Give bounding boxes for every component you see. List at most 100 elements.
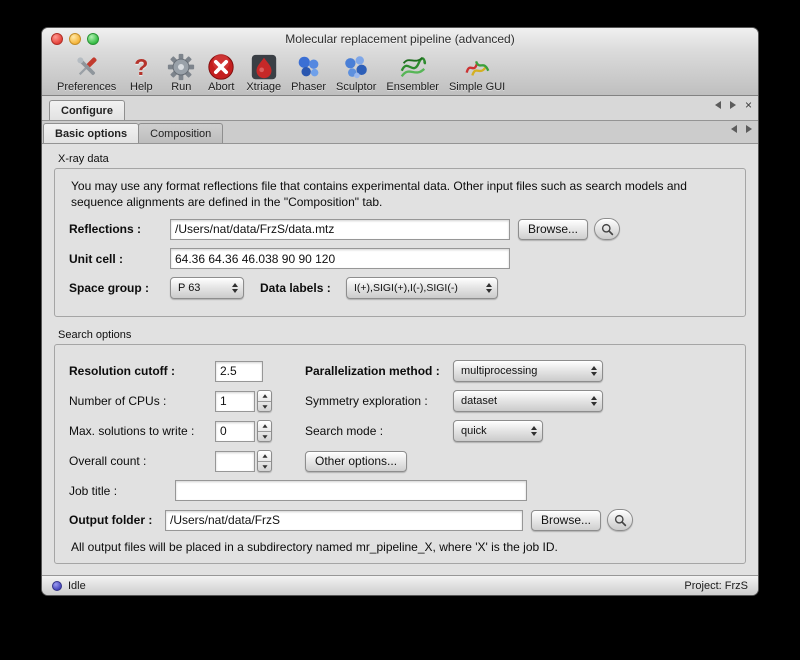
- xray-group: You may use any format reflections file …: [54, 168, 746, 317]
- popup-arrows-icon: [486, 283, 492, 293]
- overall-count-label: Overall count :: [69, 454, 215, 468]
- stepper-up-icon[interactable]: [258, 391, 271, 402]
- xray-group-title: X-ray data: [58, 153, 746, 165]
- num-cpus-label: Number of CPUs :: [69, 394, 215, 408]
- toolbar-button-xtriage[interactable]: Xtriage: [241, 52, 286, 93]
- symmetry-exploration-select[interactable]: dataset: [453, 390, 603, 412]
- status-left: Idle: [52, 580, 86, 592]
- toolbar-label: Ensembler: [386, 81, 439, 93]
- search-mode-value: quick: [461, 425, 487, 437]
- job-title-label: Job title :: [69, 484, 175, 498]
- titlebar: Molecular replacement pipeline (advanced…: [42, 28, 758, 50]
- tab-scroll-left-icon[interactable]: [731, 125, 737, 133]
- stepper-down-icon[interactable]: [258, 402, 271, 412]
- tab-scroll-right-icon[interactable]: [730, 101, 736, 109]
- stepper-down-icon[interactable]: [258, 462, 271, 472]
- stepper-up-icon[interactable]: [258, 421, 271, 432]
- close-window-button[interactable]: [51, 33, 63, 45]
- output-folder-browse-button[interactable]: Browse...: [531, 510, 601, 531]
- search-group-title: Search options: [58, 329, 746, 341]
- overall-count-row: Overall count : Other options...: [69, 450, 731, 472]
- phaser-icon: [294, 52, 324, 82]
- stepper-up-icon[interactable]: [258, 451, 271, 462]
- max-solutions-input[interactable]: [215, 421, 255, 442]
- num-cpus-stepper[interactable]: [257, 390, 272, 412]
- toolbar-button-ensembler[interactable]: Ensembler: [381, 52, 444, 93]
- output-folder-input[interactable]: [165, 510, 523, 531]
- zoom-window-button[interactable]: [87, 33, 99, 45]
- resolution-row: Resolution cutoff : Parallelization meth…: [69, 360, 731, 382]
- toolbar-button-run[interactable]: Run: [161, 52, 201, 93]
- toolbar-button-simple-gui[interactable]: Simple GUI: [444, 52, 510, 93]
- status-led-icon: [52, 581, 62, 591]
- resolution-cutoff-label: Resolution cutoff :: [69, 364, 215, 378]
- space-group-row: Space group : P 63 Data labels : I(+),SI…: [69, 277, 731, 299]
- max-solutions-control: [215, 420, 305, 442]
- xray-description: You may use any format reflections file …: [71, 178, 719, 210]
- toolbar-label: Abort: [208, 81, 234, 93]
- other-options-button[interactable]: Other options...: [305, 451, 407, 472]
- stepper-down-icon[interactable]: [258, 432, 271, 442]
- toolbar-label: Sculptor: [336, 81, 376, 93]
- preferences-icon: [72, 52, 102, 82]
- overall-count-input[interactable]: [215, 451, 255, 472]
- app-window: Molecular replacement pipeline (advanced…: [42, 28, 758, 595]
- cpus-control: [215, 390, 305, 412]
- search-mode-label: Search mode :: [305, 424, 453, 438]
- tab-basic-options[interactable]: Basic options: [43, 123, 139, 143]
- output-folder-row: Output folder : Browse...: [69, 509, 731, 531]
- configure-tab-nav: ×: [715, 96, 752, 114]
- job-title-input[interactable]: [175, 480, 527, 501]
- max-solutions-stepper[interactable]: [257, 420, 272, 442]
- tab-scroll-right-icon[interactable]: [746, 125, 752, 133]
- tab-close-icon[interactable]: ×: [745, 99, 752, 111]
- options-tab-nav: [731, 121, 752, 137]
- ensembler-icon: [398, 52, 428, 82]
- toolbar-button-help[interactable]: ? Help: [121, 52, 161, 93]
- project-label: Project: FrzS: [684, 580, 748, 592]
- simple-gui-icon: [462, 52, 492, 82]
- reflections-search-button[interactable]: [594, 218, 620, 240]
- data-labels-value: I(+),SIGI(+),I(-),SIGI(-): [354, 282, 458, 294]
- popup-arrows-icon: [531, 426, 537, 436]
- parallelization-select[interactable]: multiprocessing: [453, 360, 603, 382]
- toolbar-button-sculptor[interactable]: Sculptor: [331, 52, 381, 93]
- output-note: All output files will be placed in a sub…: [71, 540, 731, 554]
- reflections-browse-button[interactable]: Browse...: [518, 219, 588, 240]
- unit-cell-label: Unit cell :: [69, 252, 170, 266]
- toolbar-label: Preferences: [57, 81, 116, 93]
- popup-arrows-icon: [232, 283, 238, 293]
- unit-cell-input[interactable]: [170, 248, 510, 269]
- tab-composition[interactable]: Composition: [138, 123, 223, 143]
- space-group-label: Space group :: [69, 281, 170, 295]
- overall-count-stepper[interactable]: [257, 450, 272, 472]
- num-cpus-input[interactable]: [215, 391, 255, 412]
- options-tabstrip: Basic options Composition: [42, 121, 758, 144]
- toolbar-label: Phaser: [291, 81, 326, 93]
- toolbar-button-preferences[interactable]: Preferences: [52, 52, 121, 93]
- sculptor-icon: [341, 52, 371, 82]
- reflections-input[interactable]: [170, 219, 510, 240]
- resolution-cutoff-input[interactable]: [215, 361, 263, 382]
- resolution-control: [215, 361, 305, 382]
- data-labels-label: Data labels :: [260, 281, 346, 295]
- search-mode-select[interactable]: quick: [453, 420, 543, 442]
- help-icon: ?: [126, 52, 156, 82]
- output-folder-search-button[interactable]: [607, 509, 633, 531]
- minimize-window-button[interactable]: [69, 33, 81, 45]
- search-group: Resolution cutoff : Parallelization meth…: [54, 344, 746, 564]
- toolbar-button-abort[interactable]: Abort: [201, 52, 241, 93]
- tab-scroll-left-icon[interactable]: [715, 101, 721, 109]
- overall-count-control: [215, 450, 305, 472]
- space-group-select[interactable]: P 63: [170, 277, 244, 299]
- toolbar-label: Xtriage: [246, 81, 281, 93]
- toolbar-button-phaser[interactable]: Phaser: [286, 52, 331, 93]
- tab-configure[interactable]: Configure: [49, 100, 125, 120]
- reflections-label: Reflections :: [69, 222, 170, 236]
- data-labels-select[interactable]: I(+),SIGI(+),I(-),SIGI(-): [346, 277, 498, 299]
- symmetry-exploration-value: dataset: [461, 395, 497, 407]
- parallelization-value: multiprocessing: [461, 365, 537, 377]
- unit-cell-row: Unit cell :: [69, 248, 731, 269]
- reflections-row: Reflections : Browse...: [69, 218, 731, 240]
- toolbar: Preferences ? Help Run Abort Xtriage: [42, 50, 758, 96]
